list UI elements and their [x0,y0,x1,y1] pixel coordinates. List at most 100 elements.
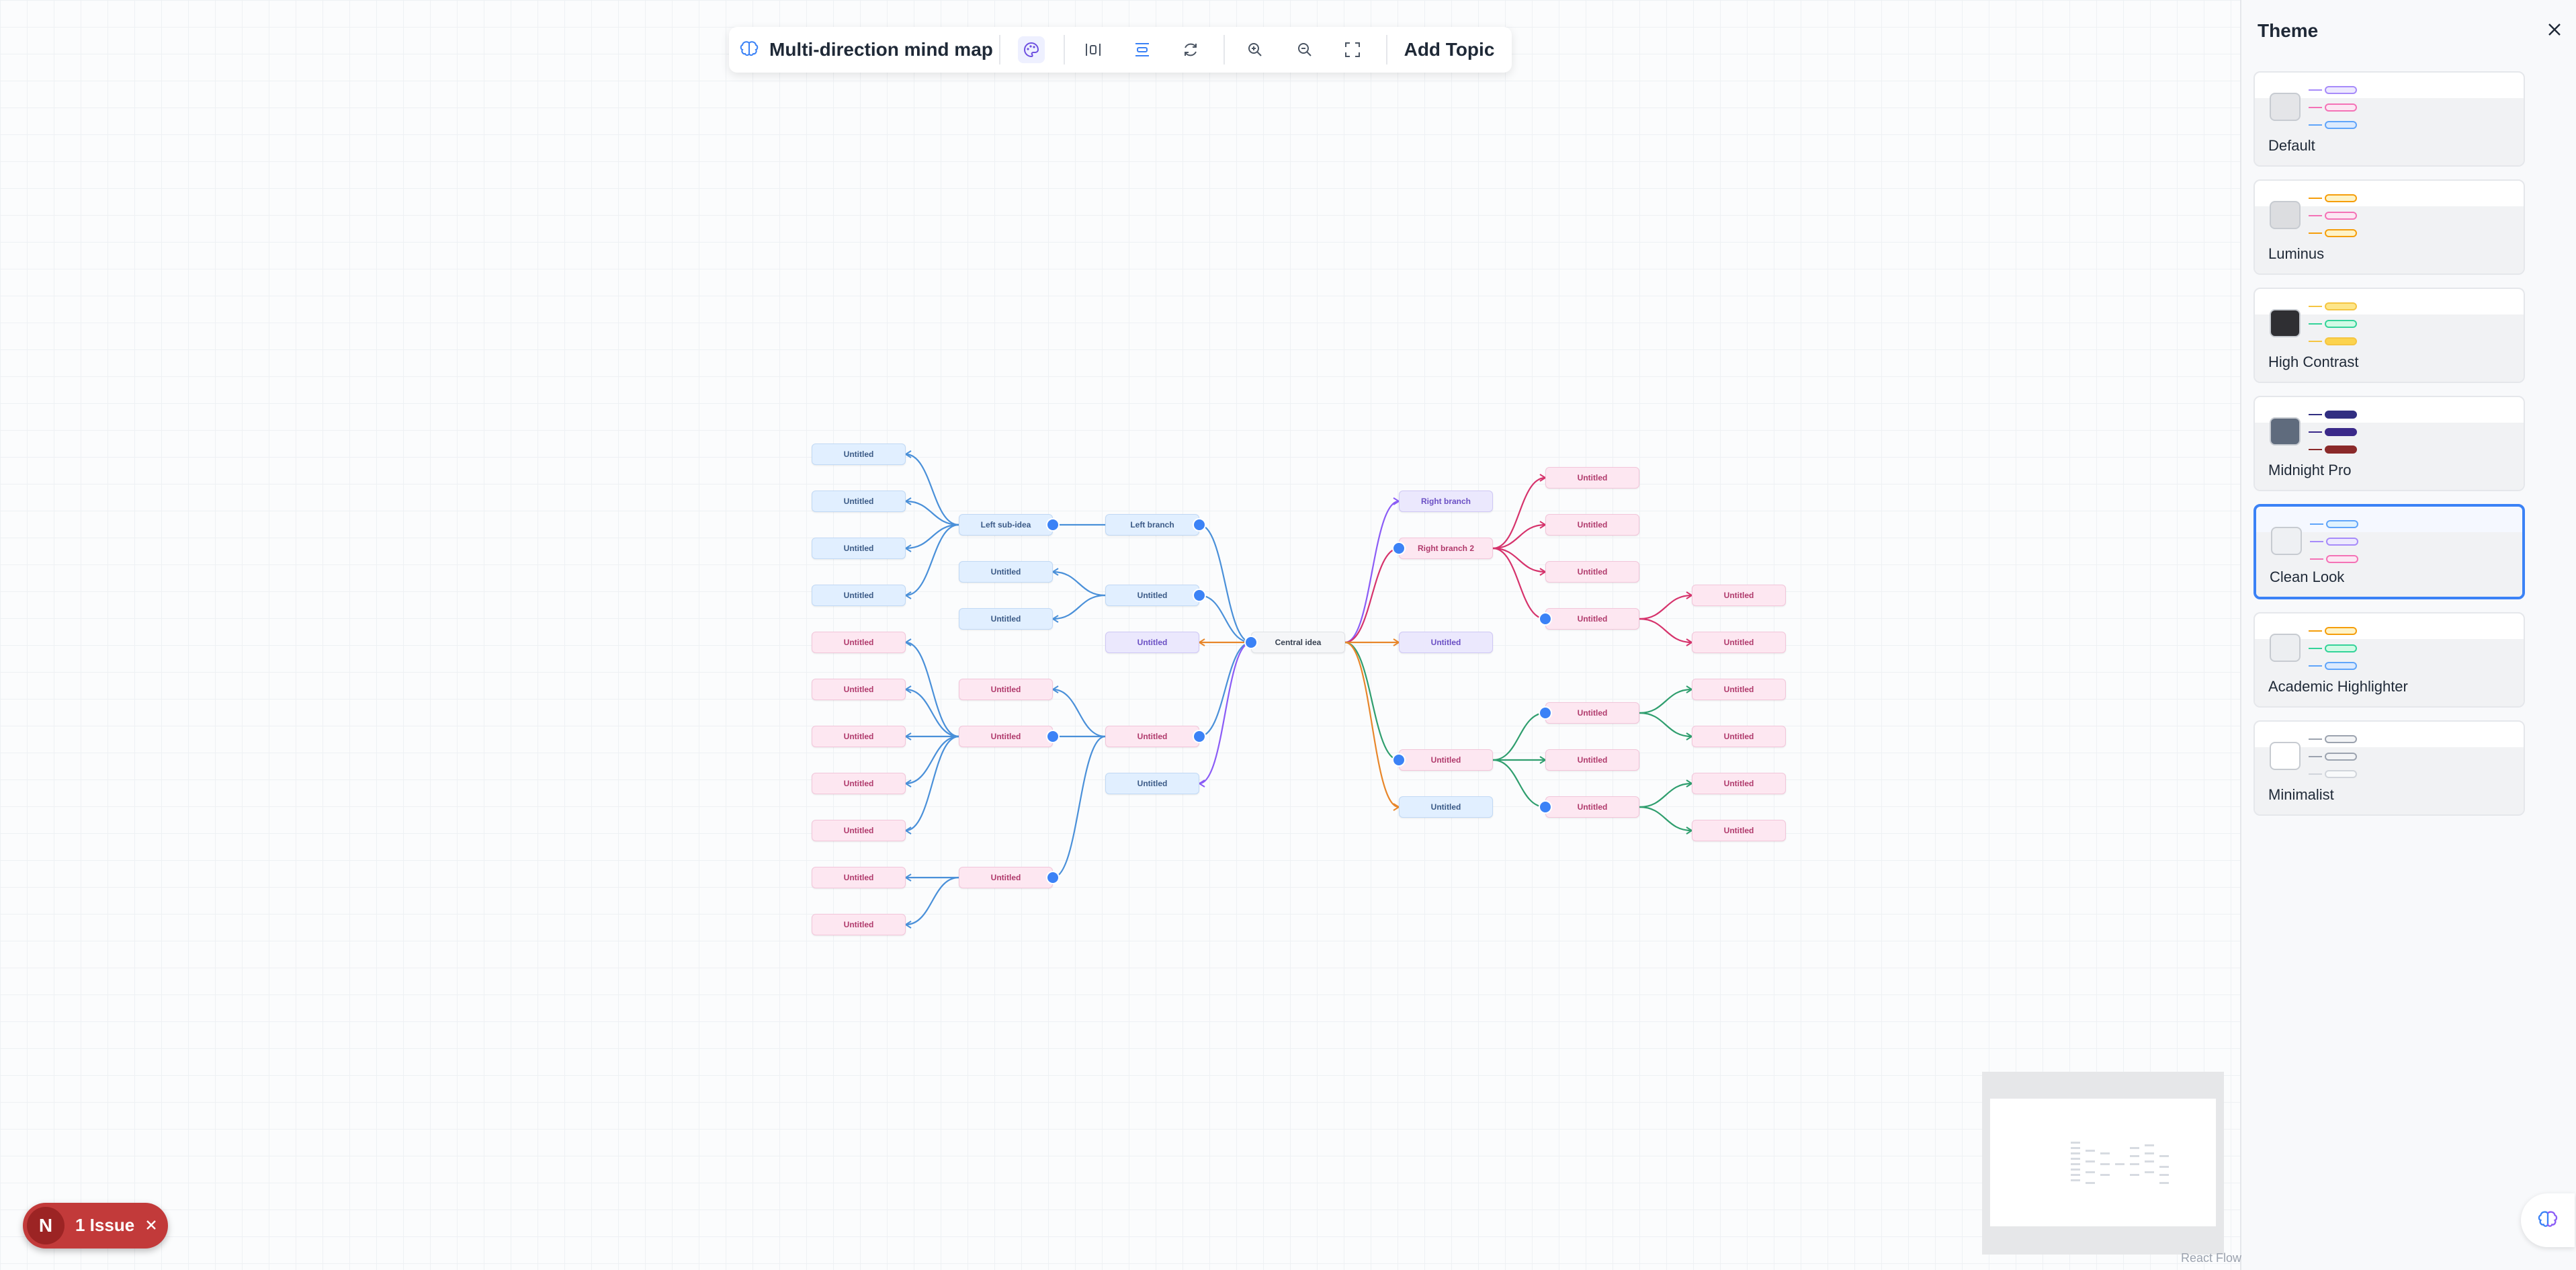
add-topic-button[interactable]: Add Topic [1398,34,1500,66]
theme-name: Academic Highlighter [2268,678,2408,695]
brain-logo-icon[interactable] [2521,1193,2575,1247]
theme-preview-pill [2325,121,2357,129]
topic-node[interactable]: Untitled [1545,467,1639,489]
collapse-handle[interactable] [1539,706,1552,720]
topic-node[interactable]: Untitled [959,608,1053,630]
topic-node[interactable]: Untitled [812,773,906,794]
close-icon[interactable] [141,1215,161,1235]
theme-option[interactable]: Clean Look [2253,504,2525,599]
topic-node[interactable]: Untitled [812,914,906,935]
collapse-handle[interactable] [1392,753,1406,767]
edge-connector [905,453,959,526]
topic-node[interactable]: Untitled [1692,585,1786,606]
topic-node[interactable]: Untitled [812,632,906,653]
topic-node[interactable]: Untitled [1692,726,1786,747]
topic-node[interactable]: Untitled [812,538,906,559]
topic-node[interactable]: Right branch [1399,491,1493,512]
collapse-handle[interactable] [1046,730,1060,743]
topic-node[interactable]: Right branch 2 [1399,538,1493,559]
edge-connector [1199,523,1252,644]
topic-node[interactable]: Untitled [812,491,906,512]
zoom-out-icon[interactable] [1291,36,1318,63]
topic-node[interactable]: Untitled [812,820,906,841]
theme-option[interactable]: Midnight Pro [2253,396,2525,491]
collapse-handle[interactable] [1046,518,1060,532]
collapse-handle[interactable] [1244,636,1258,649]
edge-connector [1199,641,1252,785]
minimap-viewport[interactable] [1990,1099,2216,1226]
collapse-handle[interactable] [1392,542,1406,555]
theme-option[interactable]: Luminus [2253,179,2525,275]
theme-preview-pill [2325,428,2357,436]
zoom-in-icon[interactable] [1242,36,1269,63]
react-flow-attribution[interactable]: React Flow [2181,1251,2241,1265]
topic-node[interactable]: Left branch [1105,514,1199,536]
topic-node[interactable]: Untitled [959,867,1053,888]
palette-icon[interactable] [1018,36,1045,63]
topic-node[interactable]: Untitled [812,867,906,888]
issue-badge[interactable]: N 1 Issue [23,1203,168,1248]
app-title: Multi-direction mind map [769,39,993,60]
topic-node[interactable]: Untitled [1105,585,1199,606]
topic-node[interactable]: Untitled [959,726,1053,747]
theme-preview-line [2309,756,2322,757]
topic-node[interactable]: Untitled [812,585,906,606]
minimap[interactable] [1982,1072,2224,1255]
topic-node[interactable]: Untitled [812,679,906,700]
collapse-handle[interactable] [1539,800,1552,814]
theme-swatch [2270,201,2301,229]
theme-preview-pill [2325,770,2357,778]
toolbar-divider [1223,35,1225,65]
theme-panel-title: Theme [2258,20,2319,41]
theme-name: Luminus [2268,245,2325,262]
refresh-icon[interactable] [1177,36,1204,63]
brain-logo-icon [736,36,763,63]
theme-option[interactable]: Academic Highlighter [2253,612,2525,708]
topic-node[interactable]: Untitled [812,443,906,465]
topic-node[interactable]: Untitled [1545,749,1639,771]
topic-node[interactable]: Untitled [1399,632,1493,653]
topic-node[interactable]: Untitled [1545,561,1639,583]
layout-vertical-icon[interactable] [1129,36,1156,63]
edge-connector [905,641,959,738]
mind-map-canvas[interactable]: Central idea Left branch Left sub-idea Unti… [0,0,2240,1270]
collapse-handle[interactable] [1193,589,1206,602]
theme-preview-line [2309,215,2322,216]
theme-option[interactable]: High Contrast [2253,288,2525,383]
topic-node[interactable]: Untitled [812,726,906,747]
topic-node[interactable]: Untitled [1545,514,1639,536]
close-icon[interactable] [2540,15,2569,44]
topic-node[interactable]: Untitled [959,679,1053,700]
topic-node[interactable]: Untitled [959,561,1053,583]
topic-node[interactable]: Untitled [1692,632,1786,653]
theme-preview-line [2309,431,2322,433]
topic-node[interactable]: Untitled [1545,796,1639,818]
collapse-handle[interactable] [1046,871,1060,884]
topic-node[interactable]: Untitled [1399,796,1493,818]
next-logo-icon: N [27,1207,65,1244]
collapse-handle[interactable] [1193,518,1206,532]
topic-node[interactable]: Untitled [1399,749,1493,771]
topic-node[interactable]: Untitled [1545,608,1639,630]
theme-preview-pill [2325,627,2357,635]
topic-node[interactable]: Untitled [1545,702,1639,724]
issue-count[interactable]: 1 Issue [75,1215,134,1236]
topic-node[interactable]: Untitled [1692,820,1786,841]
central-topic-node[interactable]: Central idea [1251,632,1345,653]
topic-node[interactable]: Untitled [1692,679,1786,700]
layout-horizontal-icon[interactable] [1080,36,1107,63]
theme-option[interactable]: Minimalist [2253,720,2525,816]
fit-view-icon[interactable] [1339,36,1366,63]
collapse-handle[interactable] [1193,730,1206,743]
topic-node[interactable]: Untitled [1105,773,1199,794]
theme-preview-line [2309,124,2322,126]
topic-node[interactable]: Untitled [1105,726,1199,747]
topic-node[interactable]: Untitled [1105,632,1199,653]
topic-node[interactable]: Left sub-idea [959,514,1053,536]
topic-node[interactable]: Untitled [1692,773,1786,794]
theme-option[interactable]: Default [2253,71,2525,167]
theme-preview-pill [2325,194,2357,202]
edge-connector [1639,712,1692,738]
collapse-handle[interactable] [1539,612,1552,626]
theme-preview-line [2309,738,2322,740]
